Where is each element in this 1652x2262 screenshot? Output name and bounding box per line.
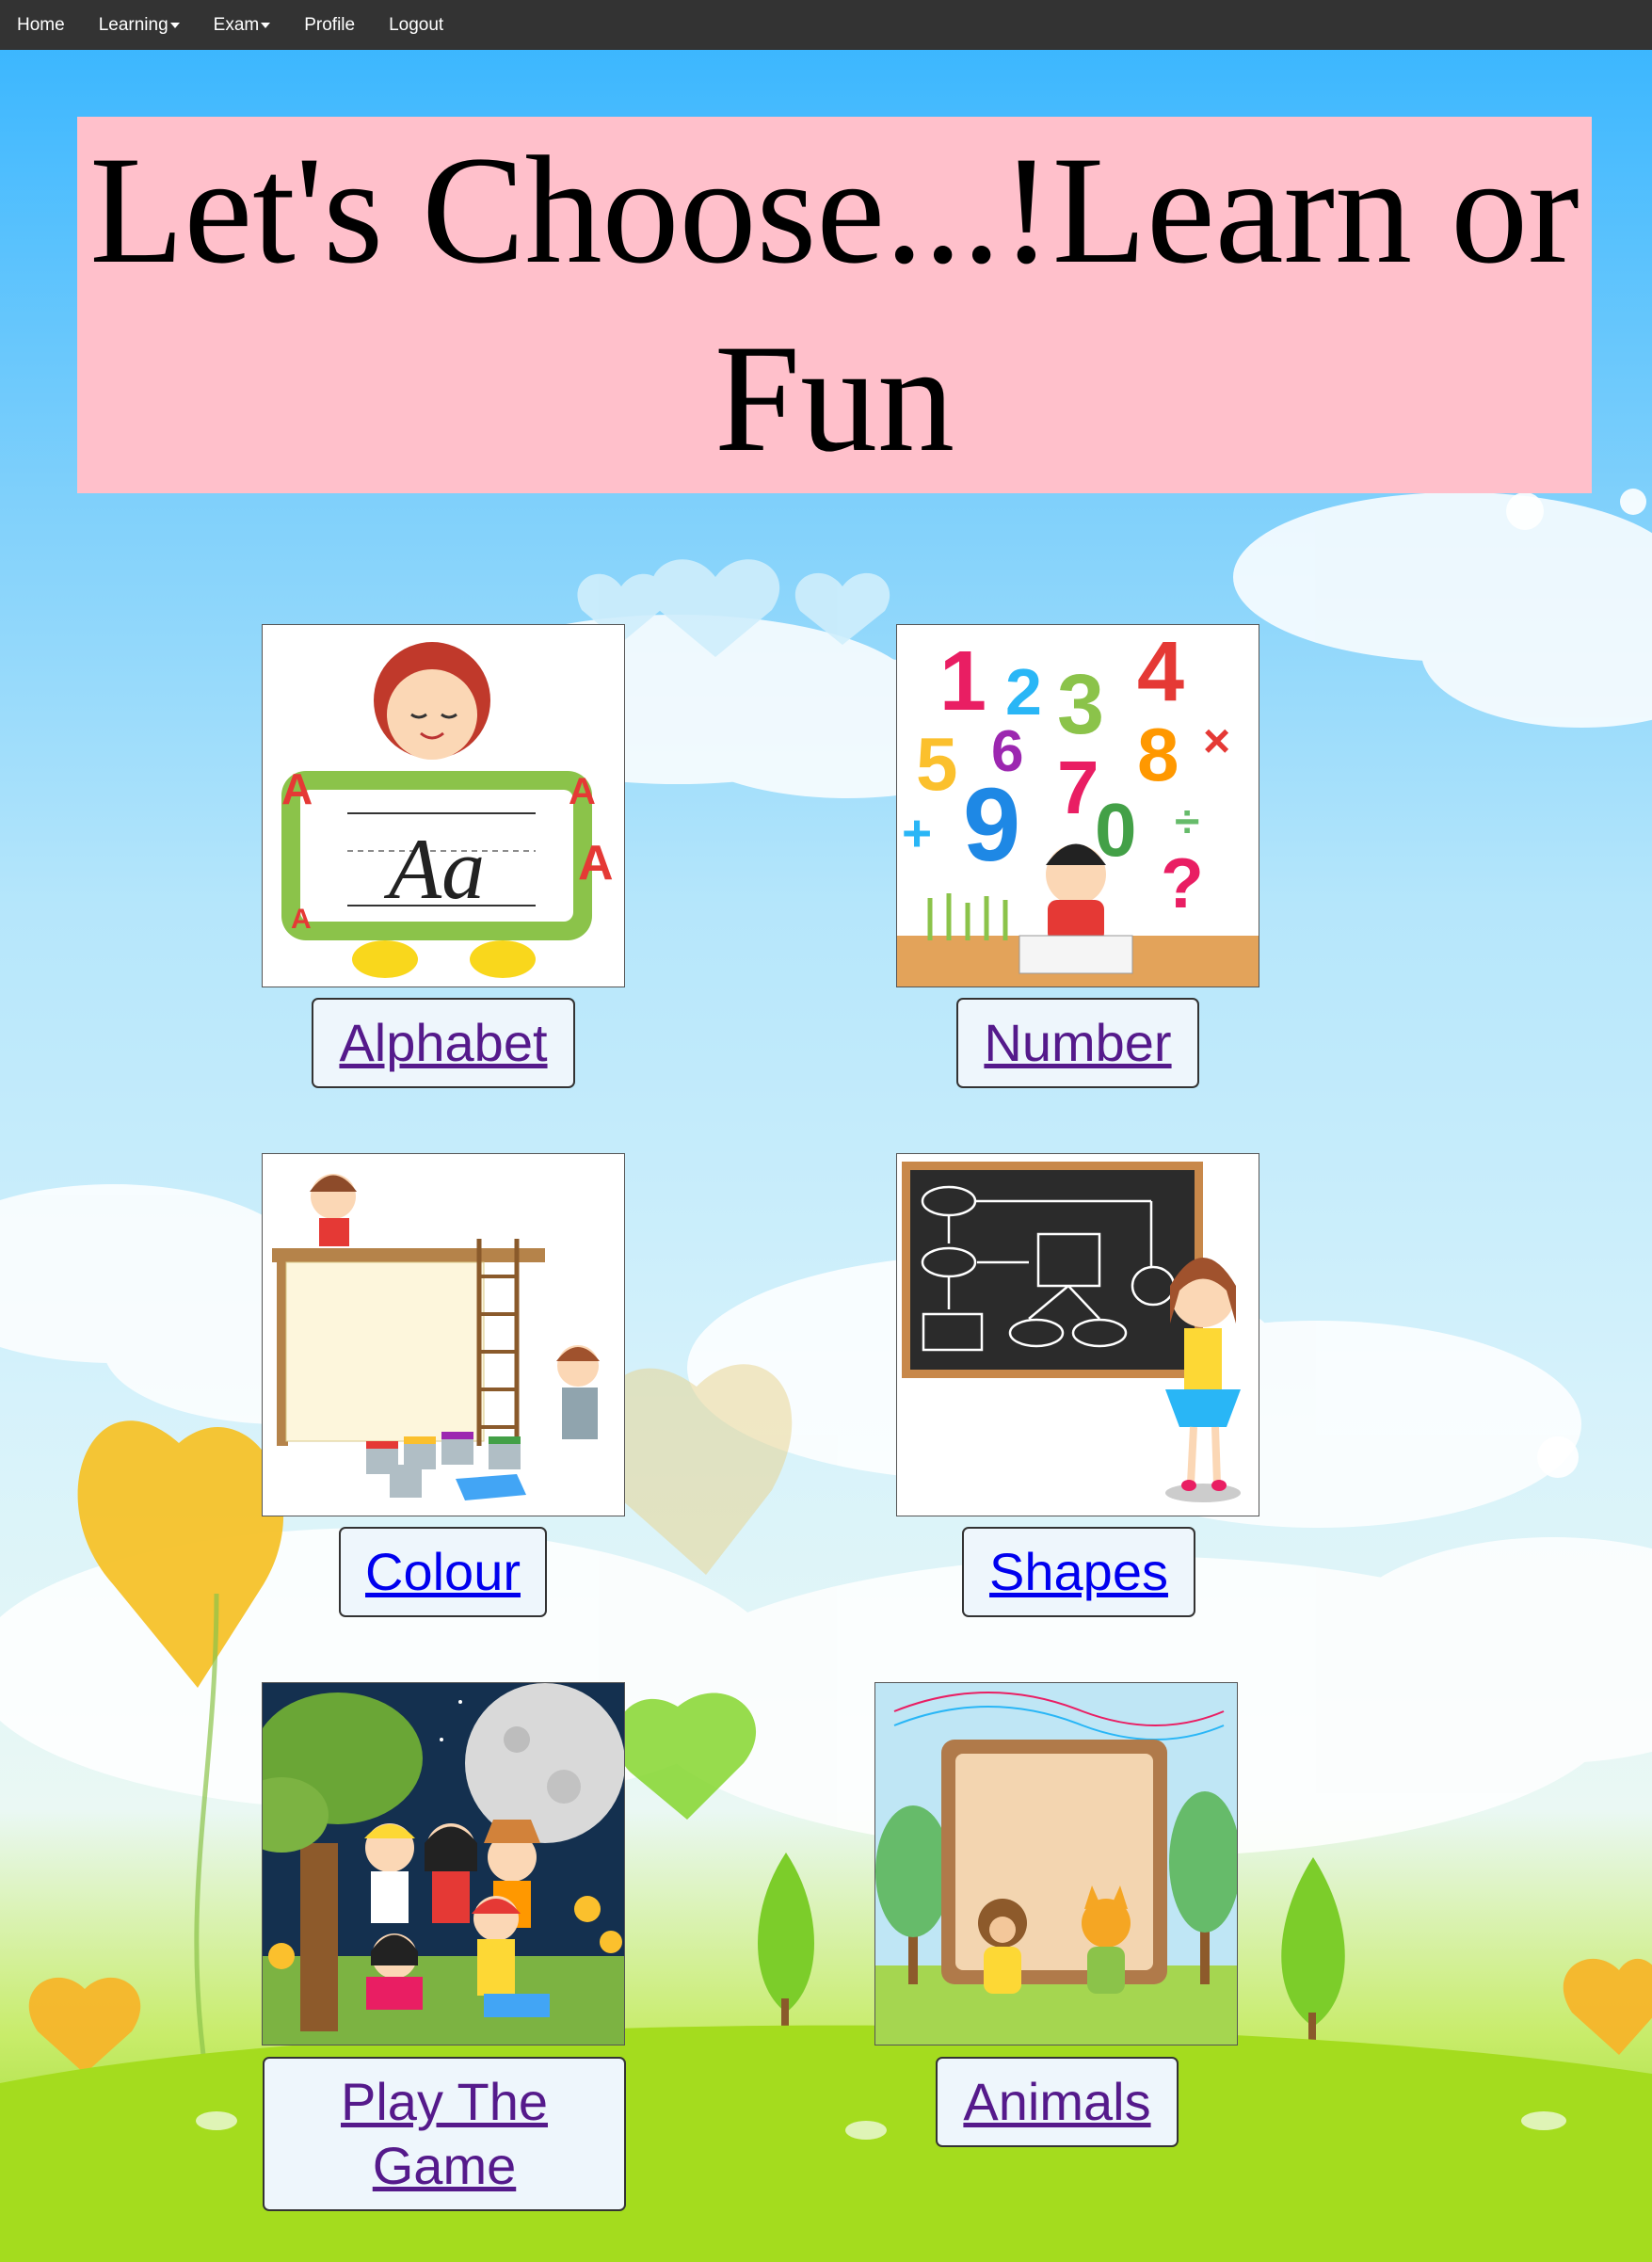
page-title: Let's Choose...!Learn or Fun	[89, 125, 1580, 484]
svg-text:÷: ÷	[1175, 797, 1199, 847]
colour-image[interactable]	[262, 1153, 625, 1516]
svg-text:4: 4	[1137, 625, 1184, 719]
nav-learning-dropdown[interactable]: Learning	[82, 0, 197, 50]
nav-profile-label: Profile	[304, 14, 356, 35]
caret-down-icon	[261, 22, 271, 28]
play-game-image[interactable]	[262, 1682, 625, 2045]
svg-text:9: 9	[963, 767, 1020, 883]
alphabet-button[interactable]: Alphabet	[312, 998, 575, 1088]
nav-learning-label: Learning	[98, 14, 168, 35]
play-game-button[interactable]: Play The Game	[263, 2057, 626, 2211]
nav-home[interactable]: Home	[0, 0, 82, 50]
shapes-image[interactable]	[896, 1153, 1259, 1516]
caret-down-icon	[169, 22, 180, 28]
shapes-button[interactable]: Shapes	[962, 1527, 1195, 1617]
svg-text:+: +	[902, 804, 932, 862]
alphabet-image[interactable]: Aa A A A A	[262, 624, 625, 987]
colour-button[interactable]: Colour	[339, 1527, 547, 1617]
svg-text:Aa: Aa	[383, 821, 485, 917]
animals-button[interactable]: Animals	[936, 2057, 1179, 2147]
number-image[interactable]: 1 2 3 4 5 6 7 8 × 9 0 ÷ + ?	[896, 624, 1259, 987]
svg-text:A: A	[291, 904, 312, 935]
nav-home-label: Home	[17, 14, 65, 35]
svg-text:5: 5	[916, 722, 958, 806]
nav-profile[interactable]: Profile	[287, 0, 372, 50]
nav-exam-dropdown[interactable]: Exam	[197, 0, 288, 50]
animals-image[interactable]	[874, 1682, 1238, 2045]
svg-text:?: ?	[1161, 843, 1204, 922]
svg-text:A: A	[578, 836, 614, 890]
top-navbar: Home Learning Exam Profile Logout	[0, 0, 1652, 50]
svg-text:×: ×	[1203, 714, 1230, 767]
nav-logout[interactable]: Logout	[372, 0, 460, 50]
nav-logout-label: Logout	[389, 14, 444, 35]
nav-exam-label: Exam	[213, 14, 260, 35]
title-banner: Let's Choose...!Learn or Fun	[77, 117, 1592, 493]
number-button[interactable]: Number	[956, 998, 1199, 1088]
svg-text:7: 7	[1057, 746, 1099, 829]
svg-text:A: A	[569, 771, 596, 812]
svg-text:1: 1	[939, 634, 986, 729]
svg-text:3: 3	[1057, 658, 1104, 752]
svg-text:2: 2	[1005, 655, 1042, 729]
svg-text:8: 8	[1137, 713, 1179, 796]
svg-text:A: A	[281, 764, 313, 813]
